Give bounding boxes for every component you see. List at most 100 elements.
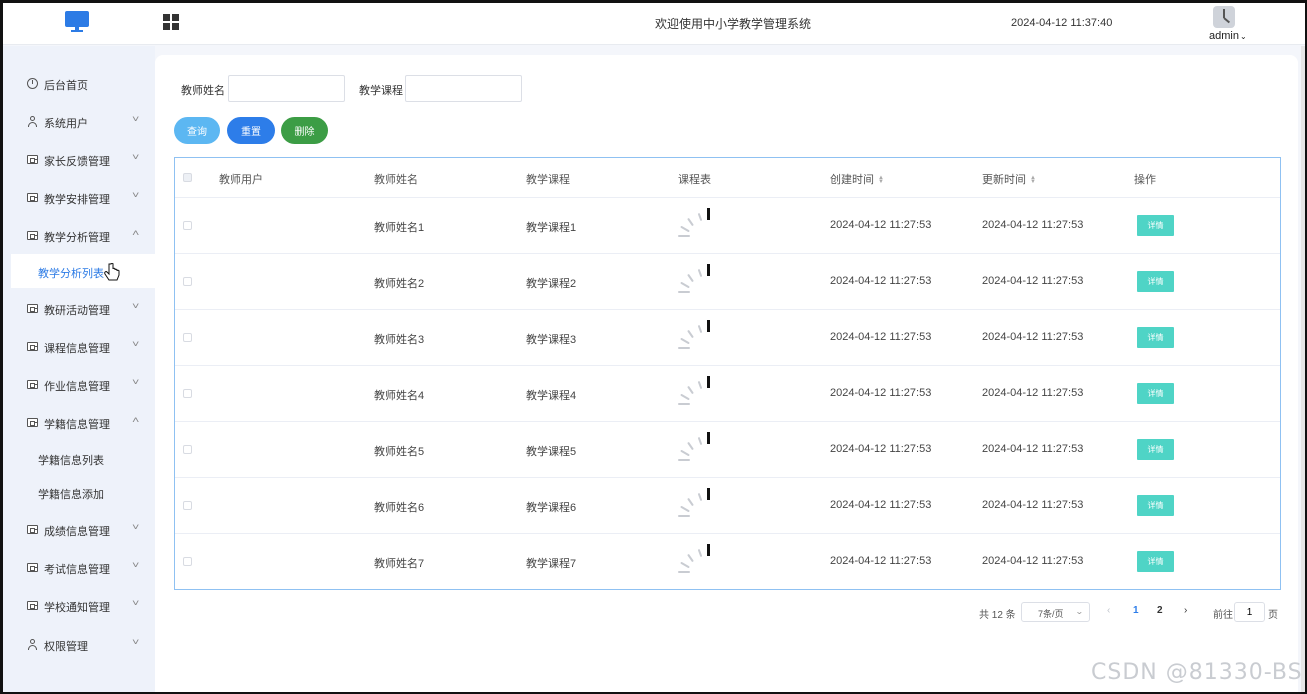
teacher-name-input[interactable]: [228, 75, 345, 102]
sidebar-item-teaching-analysis-list[interactable]: 教学分析列表: [11, 254, 155, 288]
row-checkbox[interactable]: [183, 333, 192, 342]
sidebar-item-2[interactable]: 系统用户 ˅: [3, 104, 155, 140]
page-2-button[interactable]: 2: [1157, 605, 1163, 616]
delete-button[interactable]: 删除: [281, 117, 328, 144]
loading-spinner-icon: [678, 376, 714, 406]
chevron-down-icon: ⌄: [1239, 32, 1247, 41]
card-icon: [27, 563, 38, 572]
prev-page-icon[interactable]: ‹: [1107, 605, 1110, 616]
table-row: 教师姓名7 教学课程7 2024-04-12 11:27:53 2024-04-12 …: [175, 534, 1280, 590]
reset-button[interactable]: 重置: [227, 117, 275, 144]
sidebar-item-label: 教学安排管理: [44, 194, 110, 206]
cell-teacher-name: 教师姓名6: [374, 502, 425, 514]
sidebar-item-student-record-list[interactable]: 学籍信息列表: [3, 441, 155, 475]
sidebar-item-11[interactable]: 考试信息管理 ˅: [3, 550, 155, 586]
sidebar-item-label: 学籍信息管理: [44, 419, 110, 431]
detail-button[interactable]: 详情: [1137, 327, 1174, 348]
detail-button[interactable]: 详情: [1137, 215, 1174, 236]
course-label: 教学课程: [359, 85, 403, 97]
sidebar-item-13[interactable]: 权限管理 ˅: [3, 627, 155, 663]
select-all-checkbox[interactable]: [183, 173, 192, 182]
grid-menu-icon[interactable]: [163, 14, 179, 30]
loading-spinner-icon: [678, 264, 714, 294]
sidebar-item-5[interactable]: 教学分析管理 ˄: [3, 218, 155, 254]
loading-spinner-icon: [678, 544, 714, 574]
cell-teacher-name: 教师姓名3: [374, 334, 425, 346]
cell-created-time: 2024-04-12 11:27:53: [830, 331, 932, 343]
detail-button[interactable]: 详情: [1137, 551, 1174, 572]
row-checkbox[interactable]: [183, 501, 192, 510]
monitor-logo-icon: [65, 11, 89, 33]
cell-created-time: 2024-04-12 11:27:53: [830, 555, 932, 567]
cell-created-time: 2024-04-12 11:27:53: [830, 499, 932, 511]
course-input[interactable]: [405, 75, 522, 102]
cell-updated-time: 2024-04-12 11:27:53: [982, 219, 1084, 231]
cell-course: 教学课程5: [526, 446, 577, 458]
chevron-down-icon: ˅: [131, 301, 140, 311]
row-checkbox[interactable]: [183, 221, 192, 230]
row-checkbox[interactable]: [183, 389, 192, 398]
next-page-icon[interactable]: ›: [1184, 605, 1187, 616]
cell-updated-time: 2024-04-12 11:27:53: [982, 275, 1084, 287]
sidebar-item-student-record-add[interactable]: 学籍信息添加: [3, 475, 155, 509]
sidebar-item-label: 权限管理: [44, 641, 88, 653]
sidebar-item-8[interactable]: 作业信息管理 ˅: [3, 367, 155, 403]
chevron-down-icon: ˅: [131, 637, 140, 647]
sidebar-item-label: 成绩信息管理: [44, 526, 110, 538]
card-icon: [27, 525, 38, 534]
row-checkbox[interactable]: [183, 445, 192, 454]
cell-updated-time: 2024-04-12 11:27:53: [982, 443, 1084, 455]
clock-icon: [27, 78, 38, 89]
col-updated-time[interactable]: 更新时间 ▲ ▼: [982, 171, 1036, 187]
page-size-select[interactable]: 7条/页 ⌄: [1021, 602, 1090, 622]
col-created-label: 创建时间: [830, 174, 874, 186]
goto-page-input[interactable]: [1234, 602, 1265, 622]
col-updated-label: 更新时间: [982, 174, 1026, 186]
cell-teacher-name: 教师姓名2: [374, 278, 425, 290]
chevron-down-icon: ˅: [131, 190, 140, 200]
avatar[interactable]: [1213, 6, 1235, 28]
cell-course: 教学课程2: [526, 278, 577, 290]
sidebar-item-10[interactable]: 成绩信息管理 ˅: [3, 512, 155, 548]
card-icon: [27, 342, 38, 351]
sidebar-item-1[interactable]: 后台首页: [3, 66, 155, 102]
card-icon: [27, 193, 38, 202]
sidebar-item-12[interactable]: 学校通知管理 ˅: [3, 588, 155, 624]
page-1-button[interactable]: 1: [1133, 605, 1139, 616]
sidebar-item-3[interactable]: 家长反馈管理 ˅: [3, 142, 155, 178]
sort-icon[interactable]: ▲ ▼: [878, 175, 884, 185]
chevron-down-icon: ˅: [131, 339, 140, 349]
query-button[interactable]: 查询: [174, 117, 220, 144]
cell-updated-time: 2024-04-12 11:27:53: [982, 331, 1084, 343]
sidebar-item-label: 教研活动管理: [44, 305, 110, 317]
user-menu[interactable]: admin⌄: [1209, 30, 1247, 42]
sidebar-item-9[interactable]: 学籍信息管理 ˄: [3, 405, 155, 441]
detail-button[interactable]: 详情: [1137, 383, 1174, 404]
sidebar-item-label: 作业信息管理: [44, 381, 110, 393]
detail-button[interactable]: 详情: [1137, 439, 1174, 460]
loading-spinner-icon: [678, 488, 714, 518]
sidebar-item-6[interactable]: 教研活动管理 ˅: [3, 291, 155, 327]
sidebar-item-label: 考试信息管理: [44, 564, 110, 576]
sidebar-item-label: 教学分析管理: [44, 232, 110, 244]
sidebar-item-label: 后台首页: [44, 80, 88, 92]
table-header: 教师用户 教师姓名 教学课程 课程表 创建时间 ▲ ▼ 更新时间 ▲ ▼ 操作: [175, 158, 1280, 198]
card-icon: [27, 231, 38, 240]
row-checkbox[interactable]: [183, 557, 192, 566]
chevron-down-icon: ˅: [131, 152, 140, 162]
chevron-down-icon: ˅: [131, 377, 140, 387]
col-teacher-name: 教师姓名: [374, 174, 418, 186]
table-row: 教师姓名3 教学课程3 2024-04-12 11:27:53 2024-04-12 …: [175, 310, 1280, 366]
sidebar-item-4[interactable]: 教学安排管理 ˅: [3, 180, 155, 216]
detail-button[interactable]: 详情: [1137, 495, 1174, 516]
col-created-time[interactable]: 创建时间 ▲ ▼: [830, 171, 884, 187]
cell-created-time: 2024-04-12 11:27:53: [830, 387, 932, 399]
sidebar-item-7[interactable]: 课程信息管理 ˅: [3, 329, 155, 365]
total-count: 共 12 条: [979, 610, 1016, 621]
row-checkbox[interactable]: [183, 277, 192, 286]
welcome-text: 欢迎使用中小学教学管理系统: [654, 17, 811, 31]
sort-icon[interactable]: ▲ ▼: [1030, 175, 1036, 185]
page-scrollbar[interactable]: [1301, 46, 1305, 692]
cell-course: 教学课程3: [526, 334, 577, 346]
detail-button[interactable]: 详情: [1137, 271, 1174, 292]
